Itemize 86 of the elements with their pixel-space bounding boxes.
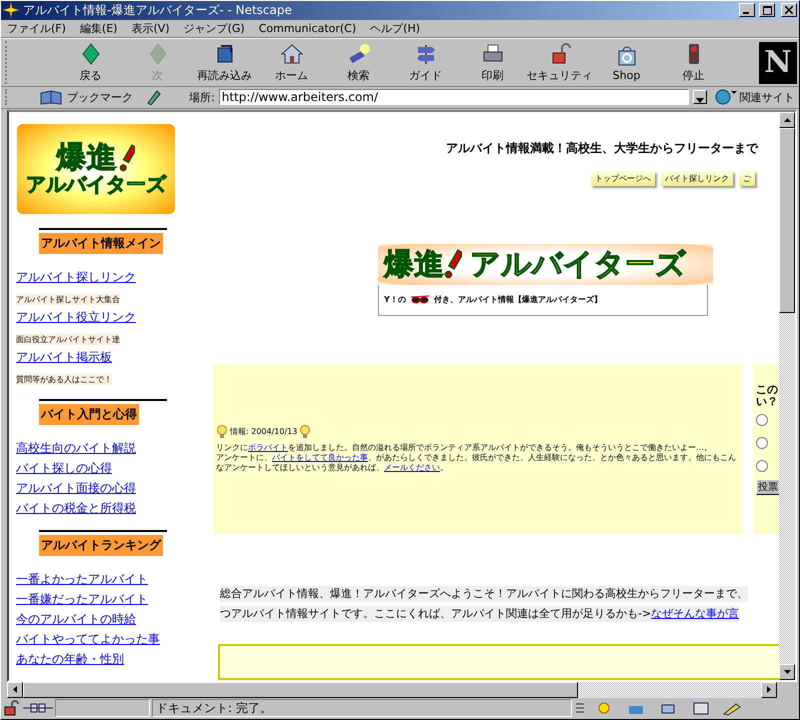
text-link[interactable]: なぜそんな事が言 bbox=[651, 606, 740, 620]
sunglasses-icon bbox=[410, 295, 430, 304]
house-icon bbox=[280, 42, 304, 66]
sidebar-link[interactable]: アルバイト役立リンク bbox=[16, 310, 136, 324]
plug-icon bbox=[23, 701, 53, 716]
text-link[interactable]: バイトをしてて良かった事 bbox=[272, 452, 368, 462]
radio-button[interactable] bbox=[756, 436, 768, 449]
sidebar-link[interactable]: バイトの税金と所得税 bbox=[16, 500, 136, 516]
news-date: 情報: 2004/10/13 bbox=[230, 426, 298, 438]
arrow-left-icon bbox=[13, 686, 17, 693]
url-field[interactable]: http://www.arbeiters.com/ bbox=[218, 89, 689, 106]
sidebar-link[interactable]: バイト探しの心得 bbox=[16, 460, 112, 476]
sidebar-link[interactable]: 今のアルバイトの時給 bbox=[16, 612, 136, 626]
netscape-logo: N bbox=[759, 42, 797, 84]
toolbar-button[interactable]: 検索 bbox=[325, 39, 392, 86]
welcome-text: つアルバイト情報サイトです。ここにくれば、アルバイト関連は全て用が足りるかも->なぜそんな事が言 bbox=[220, 606, 740, 622]
arrow-up-icon bbox=[784, 118, 790, 122]
vote-button[interactable]: 投票 bbox=[756, 478, 779, 495]
sidebar-link[interactable]: あなたの年齢・性別 bbox=[16, 652, 124, 666]
sidebar-link[interactable]: バイトやっててよかった事 bbox=[16, 632, 160, 646]
section-heading: アルバイト情報メイン bbox=[39, 232, 163, 254]
link-description: アルバイト探しサイト大集合 bbox=[16, 294, 120, 304]
radio-button[interactable] bbox=[756, 414, 768, 426]
menu-item[interactable]: 編集(E) bbox=[74, 20, 126, 36]
window-title: アルバイト情報-爆進アルバイターズ- - Netscape bbox=[23, 2, 293, 19]
lock-icon[interactable] bbox=[3, 700, 21, 716]
horizontal-scrollbar[interactable] bbox=[7, 682, 777, 698]
toolbar-button[interactable]: ホーム bbox=[258, 39, 325, 86]
dropdown-button[interactable] bbox=[692, 90, 707, 104]
nav-button[interactable]: ご bbox=[739, 170, 755, 186]
nav-button[interactable]: バイト探しリンク bbox=[661, 170, 733, 186]
caption-text: Y！の bbox=[384, 294, 406, 306]
close-button[interactable] bbox=[781, 3, 797, 18]
news-text: アンケートに、バイトをしてて良かった事、があたらしくできました。彼氏ができた、人生経験になった、とか色々あると思います。他にもこんなアンケートしてほしいという意見があれば、メールください。 bbox=[216, 452, 737, 473]
close-icon bbox=[785, 6, 793, 14]
light-bulb-icon bbox=[299, 424, 312, 439]
welcome-text: 総合アルバイト情報、爆進！アルバイターズへようこそ！アルバイトに関わる高校生からフリーターまで、 bbox=[220, 586, 748, 602]
location-label: 場所: bbox=[189, 90, 215, 105]
text-link[interactable]: ボラバイト bbox=[248, 442, 288, 452]
caption-text: 付き、アルバイト情報【爆進アルバイターズ】 bbox=[434, 294, 602, 306]
maximize-button[interactable] bbox=[759, 3, 775, 18]
toolbar-button[interactable]: 停止 bbox=[660, 39, 727, 86]
banner-logo: 爆進 アルバイターズ bbox=[378, 244, 713, 286]
caret-icon bbox=[696, 98, 704, 104]
netscape-star-icon bbox=[3, 2, 19, 18]
text-link[interactable]: メールください bbox=[384, 462, 440, 472]
arrow-right-icon bbox=[767, 686, 771, 693]
sidebar-link[interactable]: アルバイト掲示板 bbox=[16, 350, 112, 364]
menu-item[interactable]: ファイル(F) bbox=[1, 20, 74, 36]
minimize-button[interactable] bbox=[739, 3, 755, 18]
radio-button[interactable] bbox=[756, 460, 768, 472]
poll-question: この い？ bbox=[756, 384, 779, 408]
menu-item[interactable]: 表示(V) bbox=[125, 20, 178, 36]
related-sites-button[interactable]: 関連サイト bbox=[714, 89, 795, 106]
vertical-scrollbar[interactable] bbox=[779, 112, 795, 680]
site-logo[interactable]: 爆進 アルバイターズ bbox=[17, 124, 175, 214]
toolbar-button[interactable]: Shop bbox=[593, 39, 660, 86]
bookmarks-button[interactable]: ブックマーク bbox=[39, 89, 133, 106]
toolbar-button[interactable]: セキュリティ bbox=[526, 39, 593, 86]
news-text: リンクにボラバイト を追加しました。自然の溢れる場所でボランティア系アルバイトができるそう。俺もそういうとこで働きたいよー…。 bbox=[216, 442, 713, 453]
section-heading: アルバイトランキング bbox=[39, 534, 163, 556]
sidebar-link[interactable]: アルバイト面接の心得 bbox=[16, 480, 136, 496]
section-heading: バイト入門と心得 bbox=[39, 404, 139, 424]
pen-icon[interactable] bbox=[145, 89, 161, 106]
toolbar-button[interactable]: 戻る bbox=[57, 39, 124, 86]
sidebar-link[interactable]: 一番よかったアルバイト bbox=[16, 572, 148, 586]
maximize-icon bbox=[762, 6, 772, 15]
toolbar-button[interactable]: 再読み込み bbox=[191, 39, 258, 86]
sidebar-link[interactable]: 一番嫌だったアルバイト bbox=[16, 592, 148, 606]
arrow-down-icon bbox=[784, 670, 790, 674]
menu-item[interactable]: ジャンプ(G) bbox=[178, 20, 253, 36]
exclamation-mark-icon bbox=[118, 144, 136, 172]
toolbar-button[interactable]: ガイド bbox=[392, 39, 459, 86]
link-description: 質問等がある人はここで！ bbox=[16, 374, 112, 384]
globe-icon bbox=[714, 89, 737, 106]
status-text: ドキュメント: 完了。 bbox=[152, 699, 572, 718]
sidebar-link[interactable]: アルバイト探しリンク bbox=[16, 270, 136, 284]
nav-button[interactable]: トップページへ bbox=[591, 170, 655, 186]
menu-item[interactable]: Communicator(C) bbox=[252, 22, 364, 35]
sidebar-link[interactable]: 高校生向のバイト解説 bbox=[16, 440, 136, 456]
light-bulb-icon bbox=[216, 424, 228, 439]
menu-item[interactable]: ヘルプ(H) bbox=[364, 20, 428, 36]
toolbar-button[interactable]: 印刷 bbox=[459, 39, 526, 86]
headline: アルバイト情報満載！高校生、大学生からフリーターまで bbox=[446, 140, 760, 156]
exclamation-mark-icon bbox=[444, 249, 462, 280]
link-description: 面白役立アルバイトサイト達 bbox=[16, 334, 120, 344]
